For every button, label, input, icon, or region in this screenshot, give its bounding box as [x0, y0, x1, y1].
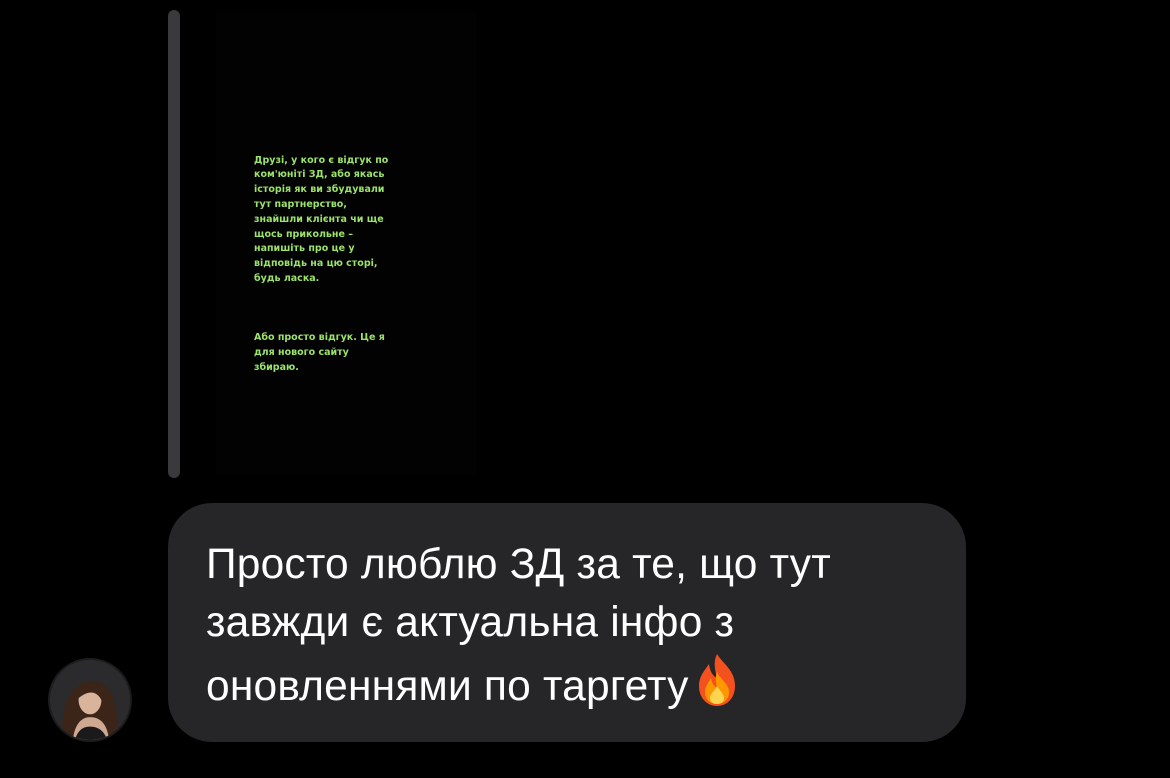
- message-text: Просто люблю ЗД за те, що тут завжди є а…: [206, 536, 946, 716]
- sender-avatar[interactable]: [48, 658, 132, 742]
- reply-indicator-bar: [168, 10, 180, 478]
- replied-story-preview[interactable]: Друзі, у кого є відгук по ком'юніті ЗД, …: [216, 12, 476, 474]
- story-text-paragraph-2: Або просто відгук. Це я для нового сайту…: [254, 332, 389, 373]
- avatar-icon: [50, 660, 130, 740]
- story-text: Друзі, у кого є відгук по ком'юніті ЗД, …: [254, 124, 396, 420]
- message-bubble[interactable]: Просто люблю ЗД за те, що тут завжди є а…: [168, 503, 966, 742]
- story-text-paragraph-1: Друзі, у кого є відгук по ком'юніті ЗД, …: [254, 154, 392, 284]
- fire-emoji-icon: [693, 652, 741, 708]
